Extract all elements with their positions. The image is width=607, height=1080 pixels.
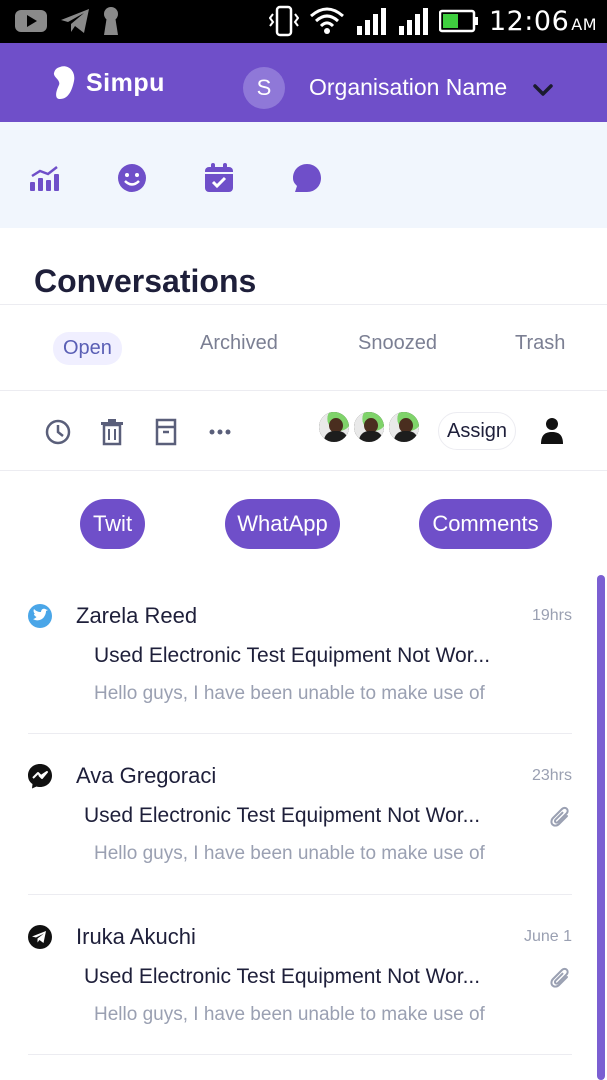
conversation-time: June 1 [523,928,572,945]
signal-icon [398,8,428,35]
conversation-subject: Used Electronic Test Equipment Not Wor..… [94,644,491,667]
analytics-icon[interactable] [28,162,60,194]
assignee-avatars[interactable] [317,410,422,446]
conversation-item[interactable]: Ava Gregoraci 23hrs Used Electronic Test… [0,735,600,895]
sender-name: Ava Gregoraci [76,763,217,788]
divider [28,894,572,895]
avatar [387,410,421,444]
archive-icon[interactable] [152,418,180,446]
tab-trash[interactable]: Trash [515,332,565,355]
filter-chip-twitter[interactable]: Twit [80,499,145,549]
divider [28,733,572,734]
calendar-icon[interactable] [203,162,235,194]
divider [28,1054,572,1055]
filter-chip-whatsapp[interactable]: WhatApp [225,499,340,549]
org-avatar[interactable]: S [243,67,285,109]
conversation-preview: Hello guys, I have been unable to make u… [94,1004,485,1025]
clock: 12:06 AM [488,5,597,37]
chevron-down-icon[interactable] [532,83,554,97]
page-title: Conversations [34,263,257,299]
user-icon[interactable] [540,417,564,445]
nav-toolbar [0,122,607,228]
conversation-time: 19hrs [531,607,572,624]
youtube-icon [15,10,47,32]
chat-icon[interactable] [291,162,323,194]
assign-button[interactable]: Assign [438,412,516,450]
keyhole-icon [104,7,118,35]
org-name[interactable]: Organisation Name [309,74,507,101]
status-bar: 12:06 AM [0,0,607,43]
messenger-icon [28,764,52,789]
sender-name: Iruka Akuchi [76,924,196,949]
sender-name: Zarela Reed [76,603,198,628]
paperclip-icon [550,967,569,988]
divider [0,304,607,305]
divider [0,470,607,471]
wifi-icon [309,7,344,34]
avatar [317,410,351,444]
brand-logo[interactable]: Simpu [52,65,165,101]
conversation-subject: Used Electronic Test Equipment Not Wor..… [84,965,481,988]
conversation-subject: Used Electronic Test Equipment Not Wor..… [84,804,481,827]
twitter-icon [28,604,52,628]
app-header: Simpu S Organisation Name [0,43,607,122]
vibrate-icon [268,5,299,37]
tab-archived[interactable]: Archived [200,332,278,355]
tab-snoozed[interactable]: Snoozed [358,332,437,355]
conversation-preview: Hello guys, I have been unable to make u… [94,843,485,864]
simpu-logo-icon [53,66,75,99]
signal-icon [356,8,386,35]
scrollbar[interactable] [597,575,605,1080]
more-icon[interactable] [206,418,234,446]
paperclip-icon [550,806,569,827]
brand-name: Simpu [86,68,165,97]
conversation-item[interactable]: Zarela Reed 19hrs Used Electronic Test E… [0,575,600,735]
smiley-icon[interactable] [116,162,148,194]
divider [0,390,607,391]
clock-icon[interactable] [44,418,72,446]
battery-icon [438,9,478,33]
telegram-icon [61,9,89,33]
trash-icon[interactable] [98,418,126,446]
conversation-item[interactable]: Iruka Akuchi June 1 Used Electronic Test… [0,896,600,1056]
filter-chip-comments[interactable]: Comments [419,499,552,549]
telegram-icon [28,925,52,949]
avatar [352,410,386,444]
conversation-time: 23hrs [531,767,572,784]
tab-open[interactable]: Open [53,332,122,365]
conversation-preview: Hello guys, I have been unable to make u… [94,683,485,704]
